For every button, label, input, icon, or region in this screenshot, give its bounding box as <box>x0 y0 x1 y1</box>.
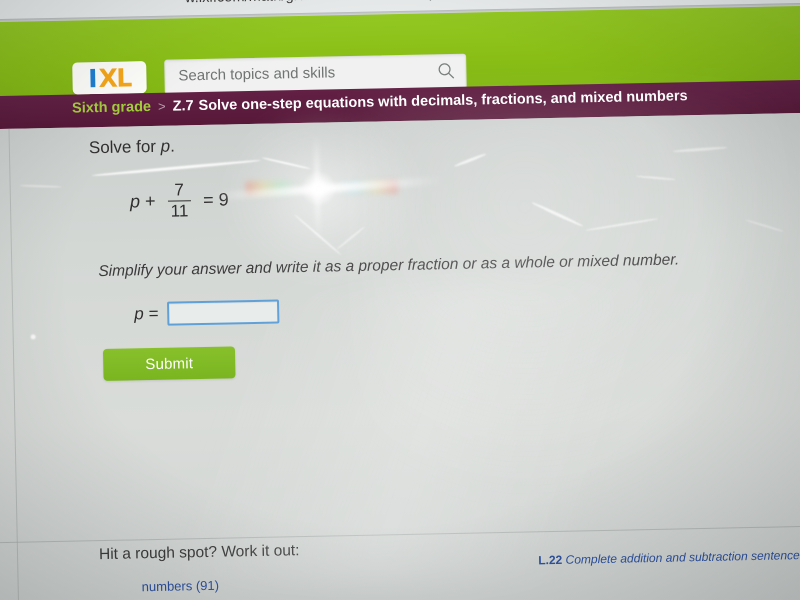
equation-right-side: 9 <box>218 189 229 210</box>
breadcrumb-skill-code: Z.7 <box>172 98 194 115</box>
breadcrumb-skill-title: Solve one-step equations with decimals, … <box>198 88 688 115</box>
answer-label: p = <box>134 303 159 324</box>
logo-letters-xl: XL <box>98 62 132 93</box>
question-prompt: Solve for p. <box>89 137 175 159</box>
help-link-right-text: Complete addition and subtraction senten… <box>565 547 800 567</box>
breadcrumb-inner: Sixth grade > Z.7 Solve one-step equatio… <box>72 88 688 116</box>
fraction-numerator: 7 <box>174 180 185 200</box>
help-link-right[interactable]: L.22 Complete addition and subtraction s… <box>538 547 800 567</box>
equation-operator: + <box>144 191 156 212</box>
ixl-logo[interactable]: I XL <box>72 61 147 95</box>
equation-fraction: 7 11 <box>167 180 192 221</box>
equation-variable: p <box>129 191 141 212</box>
help-link-right-code: L.22 <box>538 552 563 568</box>
answer-input[interactable] <box>167 299 280 326</box>
screenshot-root: w.ixl.com/math/grade-6/solve-one-step-eq… <box>0 0 800 600</box>
answer-instruction: Simplify your answer and write it as a p… <box>98 251 680 281</box>
answer-row: p = <box>134 299 280 326</box>
prompt-period: . <box>169 136 176 156</box>
section-divider <box>0 525 800 544</box>
help-link-left[interactable]: numbers (91) <box>142 578 220 595</box>
prompt-text: Solve for <box>88 136 161 158</box>
submit-button[interactable]: Submit <box>102 346 236 382</box>
help-heading: Hit a rough spot? Work it out: <box>98 542 300 564</box>
equation: p + 7 11 = 9 <box>130 180 229 221</box>
fraction-denominator: 11 <box>170 201 189 221</box>
logo-letter-i: I <box>87 63 97 93</box>
breadcrumb-separator: > <box>157 98 166 114</box>
monitor-photo: w.ixl.com/math/grade-6/solve-one-step-eq… <box>0 0 800 600</box>
breadcrumb-grade[interactable]: Sixth grade <box>72 99 151 117</box>
search-placeholder: Search topics and skills <box>178 64 336 85</box>
search-icon[interactable] <box>437 62 455 80</box>
question-area: Solve for p. p + 7 11 = 9 Simplify your … <box>0 112 800 600</box>
equation-equals: = <box>202 189 214 211</box>
